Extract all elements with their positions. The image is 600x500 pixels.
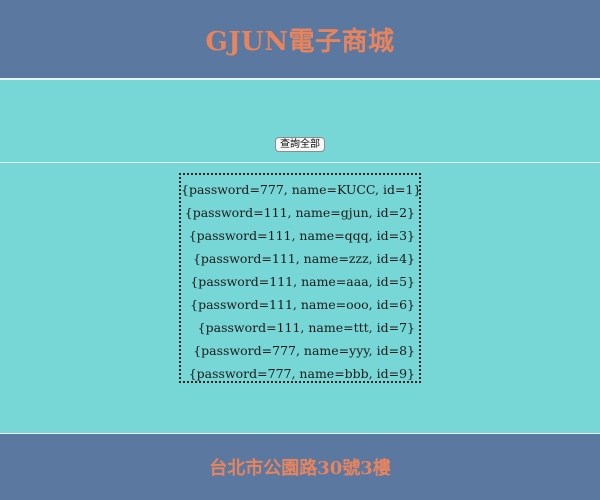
result-item: {password=111, name=ttt, id=7} (197, 320, 415, 335)
result-item: {password=111, name=zzz, id=4} (192, 251, 415, 266)
result-item: {password=111, name=gjun, id=2} (184, 205, 415, 220)
section-divider (0, 162, 600, 163)
result-item: {password=111, name=ooo, id=6} (190, 297, 415, 312)
footer-address: 台北市公園路30號3樓 (209, 458, 391, 479)
page-title: GJUN電子商城 (205, 26, 395, 57)
result-item: {password=777, name=KUCC, id=1} (181, 182, 422, 197)
result-item: {password=777, name=bbb, id=9} (188, 366, 415, 381)
result-item: {password=777, name=yyy, id=8} (193, 343, 415, 358)
page-footer: 台北市公園路30號3樓 (0, 434, 600, 500)
controls-section: 查詢全部 (0, 80, 600, 162)
results-list: {password=777, name=KUCC, id=1} {passwor… (179, 173, 421, 383)
result-item: {password=111, name=qqq, id=3} (188, 228, 415, 243)
result-item: {password=111, name=aaa, id=5} (190, 274, 415, 289)
query-all-button[interactable]: 查詢全部 (275, 137, 325, 152)
page-header: GJUN電子商城 (0, 0, 600, 78)
